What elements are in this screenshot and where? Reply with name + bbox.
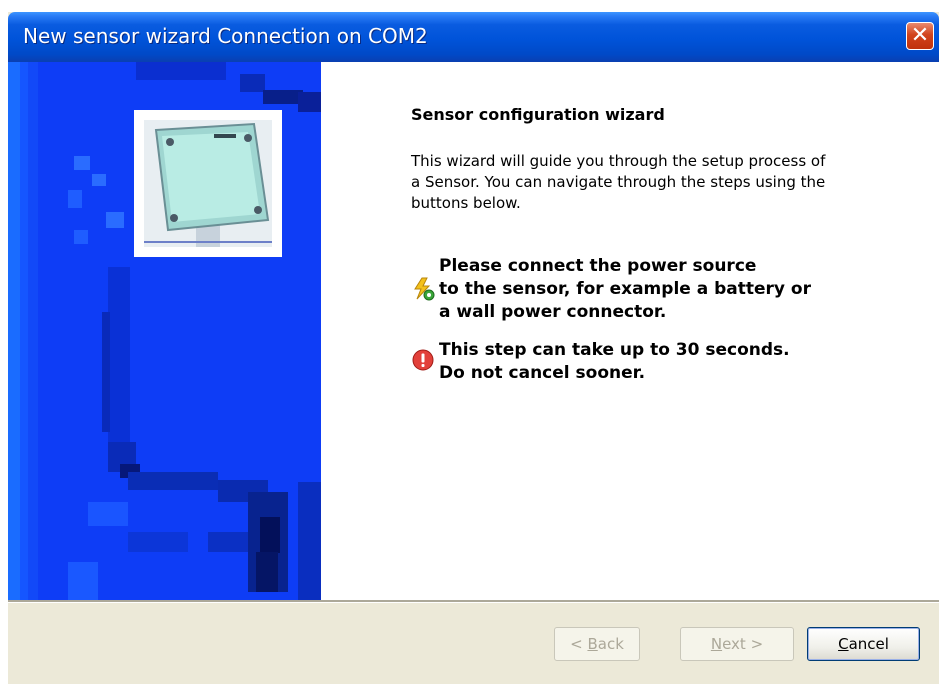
back-button[interactable]: < Back <box>554 627 640 661</box>
wizard-window: New sensor wizard Connection on COM2 ✕ S… <box>8 12 939 684</box>
intro-text: This wizard will guide you through the s… <box>411 152 826 212</box>
wait-warning: This step can take up to 30 seconds. Do … <box>439 339 790 385</box>
power-instruction-line: Please connect the power source <box>439 256 757 276</box>
page-heading: Sensor configuration wizard <box>411 105 665 124</box>
power-instruction-line: to the sensor, for example a battery or <box>439 279 811 299</box>
button-separator <box>8 600 939 603</box>
wizard-content: Sensor configuration wizard This wizard … <box>321 62 939 600</box>
sensor-device-image <box>144 120 272 247</box>
power-plug-icon <box>414 277 435 301</box>
wait-warning-line: Do not cancel sooner. <box>439 363 646 383</box>
power-instruction-line: a wall power connector. <box>439 302 667 322</box>
wait-warning-line: This step can take up to 30 seconds. <box>439 340 790 360</box>
title-bar[interactable]: New sensor wizard Connection on COM2 ✕ <box>8 12 939 62</box>
sensor-image-frame <box>134 110 282 257</box>
cancel-button[interactable]: Cancel <box>807 627 920 661</box>
window-title: New sensor wizard Connection on COM2 <box>23 24 428 48</box>
close-icon: ✕ <box>910 23 930 48</box>
power-instruction: Please connect the power source to the s… <box>439 255 811 324</box>
error-icon <box>412 349 434 371</box>
next-button[interactable]: Next > <box>680 627 794 661</box>
wizard-side-banner <box>8 62 321 600</box>
close-button[interactable]: ✕ <box>906 22 934 50</box>
